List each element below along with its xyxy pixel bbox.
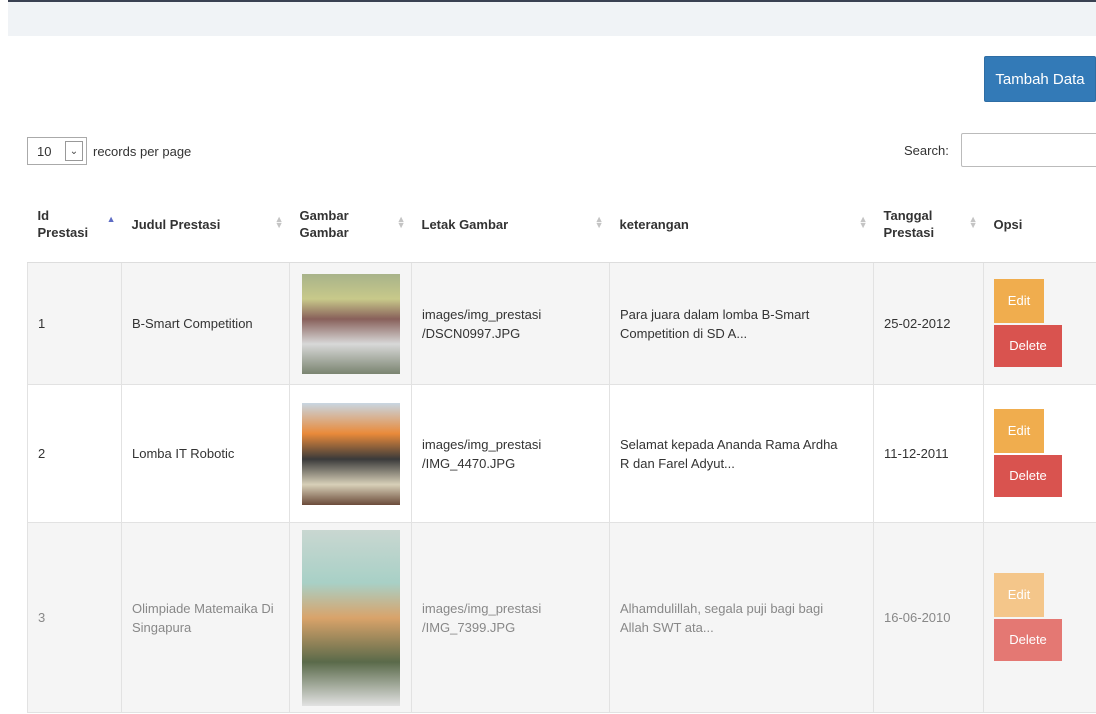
sort-icon[interactable]: ▲ ▼ [397,215,406,230]
prestasi-photo [301,273,400,374]
records-per-page: 10 ⌄ records per page [27,137,191,165]
records-per-page-label: records per page [93,143,192,159]
header-id-prestasi[interactable]: Id Prestasi ▲ [27,186,122,263]
cell-id: 1 [27,262,122,385]
header-judul-prestasi[interactable]: Judul Prestasi ▲ ▼ [121,186,290,263]
delete-button[interactable]: Delete [994,618,1062,661]
table-row: 1 B-Smart Competition images/img_prestas… [27,262,1096,385]
sort-asc-icon[interactable]: ▲ [107,215,116,224]
header-tanggal-prestasi[interactable]: Tanggal Prestasi ▲ ▼ [873,186,984,263]
cell-keterangan: Alhamdulillah, segala puji bagi bagi All… [609,522,874,713]
header-opsi[interactable]: Opsi▲▼ [983,186,1096,263]
prestasi-photo [301,529,400,706]
cell-letak: images/img_prestasi /IMG_4470.JPG [411,384,610,523]
header-keterangan-label: keterangan [619,216,689,232]
row-actions: Edit Delete [994,278,1096,369]
top-band [8,2,1096,36]
header-gambar-label: Gambar Gambar [299,208,349,240]
cell-opsi: Edit Delete [983,384,1096,523]
cell-judul: Olimpiade Matemaika Di Singapura [121,522,290,713]
cell-tanggal: 25-02-2012 [873,262,984,385]
search-label: Search: [904,143,949,158]
sort-icon[interactable]: ▲ ▼ [859,215,868,230]
edit-button[interactable]: Edit [994,408,1044,453]
cell-id: 2 [27,384,122,523]
prestasi-photo [301,402,400,505]
cell-tanggal: 16-06-2010 [873,522,984,713]
length-select[interactable]: 10 ⌄ [27,137,87,165]
sort-icon[interactable]: ▲ ▼ [969,215,978,230]
sort-icon[interactable]: ▲ ▼ [275,215,284,230]
header-letak-gambar[interactable]: Letak Gambar ▲ ▼ [411,186,610,263]
header-judul-prestasi-label: Judul Prestasi [131,216,221,232]
tambah-data-button[interactable]: Tambah Data [984,56,1096,102]
header-id-prestasi-label: Id Prestasi [37,208,89,240]
cell-opsi: Edit Delete [983,522,1096,713]
edit-button[interactable]: Edit [994,572,1044,617]
header-gambar[interactable]: Gambar Gambar ▲ ▼ [289,186,412,263]
edit-button[interactable]: Edit [994,278,1044,323]
header-letak-gambar-label: Letak Gambar [421,216,509,232]
cell-id: 3 [27,522,122,713]
cell-gambar [289,522,412,713]
length-select-value: 10 [37,143,52,159]
cell-opsi: Edit Delete [983,262,1096,385]
cell-letak: images/img_prestasi /IMG_7399.JPG [411,522,610,713]
cell-keterangan: Para juara dalam lomba B-Smart Competiti… [609,262,874,385]
cell-judul: B-Smart Competition [121,262,290,385]
cell-gambar [289,384,412,523]
cell-judul: Lomba IT Robotic [121,384,290,523]
table-row: 2 Lomba IT Robotic images/img_prestasi /… [27,384,1096,523]
row-actions: Edit Delete [994,408,1096,499]
header-keterangan[interactable]: keterangan ▲ ▼ [609,186,874,263]
delete-button[interactable]: Delete [994,324,1062,367]
cell-gambar [289,262,412,385]
header-tanggal-prestasi-label: Tanggal Prestasi [883,208,935,240]
prestasi-table: Id Prestasi ▲ Judul Prestasi ▲ ▼ Gambar Gam… [27,186,1096,713]
header-opsi-label: Opsi [993,216,1023,232]
cell-letak: images/img_prestasi /DSCN0997.JPG [411,262,610,385]
chevron-down-icon[interactable]: ⌄ [65,141,83,161]
table-row: 3 Olimpiade Matemaika Di Singapura image… [27,522,1096,713]
delete-button[interactable]: Delete [994,454,1062,497]
search-input[interactable] [961,133,1096,167]
sort-icon[interactable]: ▲ ▼ [595,215,604,230]
cell-tanggal: 11-12-2011 [873,384,984,523]
row-actions: Edit Delete [994,572,1096,663]
cell-keterangan: Selamat kepada Ananda Rama Ardha R dan F… [609,384,874,523]
